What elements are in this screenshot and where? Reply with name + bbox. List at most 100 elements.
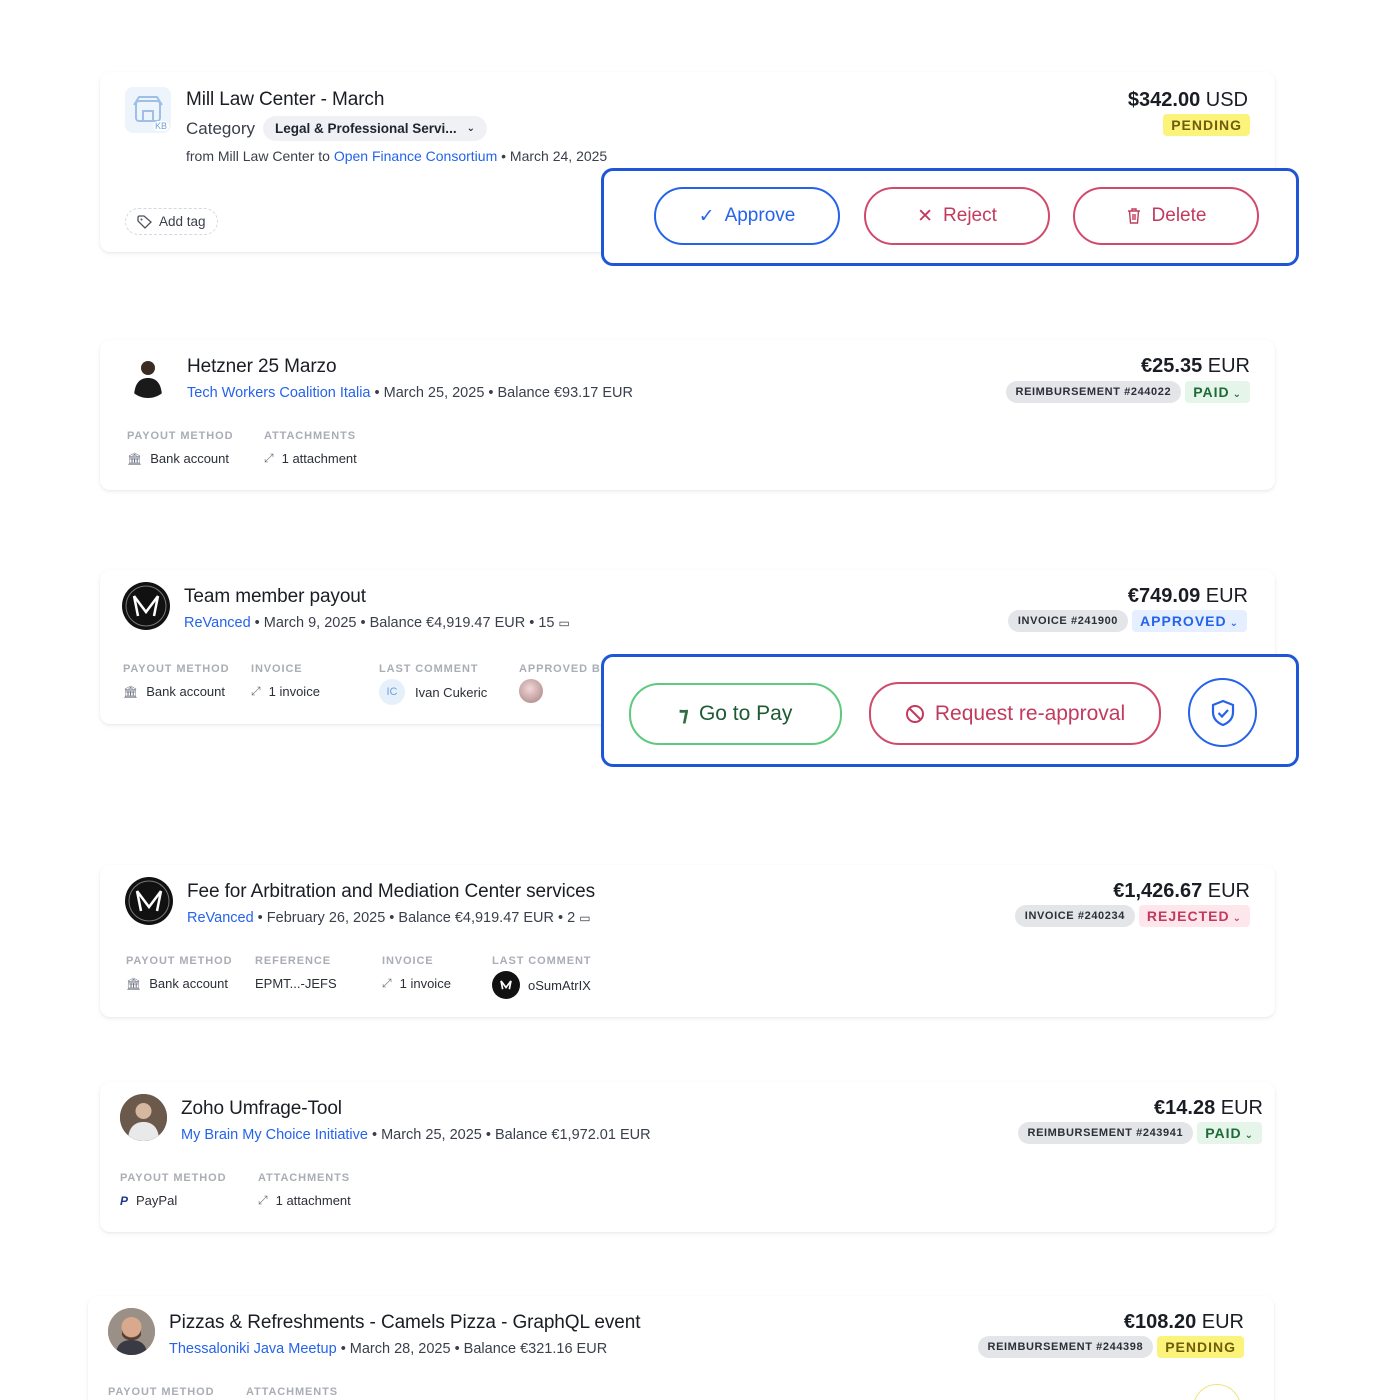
field-label: ATTACHMENTS	[264, 430, 356, 442]
reject-button[interactable]: ✕ Reject	[864, 187, 1050, 245]
field-last-comment: LAST COMMENT oSumAtrIX	[492, 955, 591, 999]
go-to-pay-button[interactable]: ⁊ Go to Pay	[629, 683, 842, 745]
expense-amount: $342.00 USD	[1128, 89, 1248, 112]
amount-value: $342.00	[1127, 89, 1201, 111]
field-value[interactable]: oSumAtrIX	[528, 978, 591, 993]
expense-title[interactable]: Pizzas & Refreshments - Camels Pizza - G…	[169, 1312, 640, 1334]
security-check-button[interactable]	[1188, 678, 1257, 747]
amount-currency: USD	[1205, 89, 1248, 111]
field-value: 1 invoice	[268, 684, 320, 699]
meta-details: • March 25, 2025 • Balance €93.17 EUR	[374, 385, 633, 401]
expense-amount: €108.20 EUR	[1124, 1311, 1244, 1334]
amount-currency: EUR	[1220, 1097, 1263, 1119]
field-payout-method: PAYOUT METHOD 🏛 Bank account	[123, 663, 229, 699]
commenter-avatar[interactable]	[492, 971, 520, 999]
user-avatar[interactable]	[108, 1308, 155, 1355]
reference-badge[interactable]: REIMBURSEMENT #243941	[1017, 1122, 1194, 1144]
expense-amount: €749.09 EUR	[1128, 585, 1248, 608]
amount-currency: EUR	[1201, 1311, 1244, 1333]
request-reapproval-label: Request re-approval	[934, 701, 1126, 725]
invoice-link[interactable]: ⤢ 1 invoice	[251, 684, 320, 699]
expense-title[interactable]: Hetzner 25 Marzo	[187, 356, 337, 378]
status-label: PAID	[1205, 1125, 1242, 1141]
expand-icon: ⤢	[251, 684, 261, 698]
avatar-initials: KB	[152, 121, 169, 131]
amount-value: €108.20	[1123, 1311, 1197, 1333]
field-value: Bank account	[149, 976, 229, 991]
status-dropdown[interactable]: PAID ⌄	[1185, 381, 1250, 403]
add-tag-button[interactable]: Add tag	[125, 208, 218, 235]
chevron-down-icon: ⌄	[1229, 618, 1239, 629]
expense-title[interactable]: Zoho Umfrage-Tool	[181, 1098, 342, 1120]
commenter-avatar[interactable]: IC	[379, 679, 405, 705]
action-circle-button[interactable]	[1193, 1384, 1241, 1400]
status-dropdown[interactable]: PAID ⌄	[1197, 1122, 1262, 1144]
field-label: LAST COMMENT	[379, 663, 479, 675]
category-select[interactable]: Legal & Professional Servi... ⌄	[263, 116, 487, 141]
field-payout-method: PAYOUT METHOD P PayPal	[120, 1172, 226, 1208]
delete-button[interactable]: Delete	[1073, 187, 1259, 245]
collective-avatar[interactable]	[125, 877, 173, 925]
amount-currency: EUR	[1207, 880, 1250, 902]
reference-badge[interactable]: INVOICE #241900	[1007, 610, 1129, 632]
category-value: Legal & Professional Servi...	[275, 121, 457, 136]
reference-badge[interactable]: INVOICE #240234	[1014, 905, 1135, 927]
field-value: Bank account	[150, 451, 230, 466]
attachments-link[interactable]: ⤢ 1 attachment	[258, 1193, 351, 1208]
trash-icon	[1127, 208, 1140, 224]
field-label: INVOICE	[251, 663, 303, 675]
status-badge: PENDING	[1157, 1336, 1244, 1358]
collective-link[interactable]: My Brain My Choice Initiative	[181, 1127, 368, 1143]
amount-value: €749.09	[1127, 585, 1201, 607]
user-avatar[interactable]	[120, 1094, 167, 1141]
approver-avatar[interactable]	[519, 679, 543, 703]
field-label: PAYOUT METHOD	[108, 1386, 215, 1398]
status-dropdown[interactable]: APPROVED ⌄	[1132, 610, 1247, 632]
expense-meta: Tech Workers Coalition Italia • March 25…	[187, 385, 633, 401]
expense-title[interactable]: Mill Law Center - March	[186, 89, 384, 111]
approve-button[interactable]: ✓ Approve	[654, 187, 840, 245]
field-value: EPMT...-JEFS	[255, 976, 337, 991]
comment-icon: ▭	[579, 911, 591, 925]
chevron-down-icon: ⌄	[1232, 389, 1242, 400]
field-label: ATTACHMENTS	[246, 1386, 338, 1398]
request-reapproval-button[interactable]: Request re-approval	[869, 682, 1161, 745]
reject-label: Reject	[943, 205, 997, 226]
collective-link[interactable]: Thessaloniki Java Meetup	[169, 1341, 337, 1357]
meta-details: • March 9, 2025 • Balance €4,919.47 EUR …	[254, 615, 555, 631]
status-dropdown[interactable]: REJECTED ⌄	[1138, 905, 1250, 927]
revanced-logo-icon	[125, 585, 167, 627]
expense-title[interactable]: Fee for Arbitration and Mediation Center…	[187, 881, 595, 903]
status-badge: PENDING	[1163, 114, 1250, 136]
expense-amount: €25.35 EUR	[1141, 355, 1250, 378]
check-icon: ✓	[698, 205, 715, 227]
collective-link[interactable]: Tech Workers Coalition Italia	[187, 385, 370, 401]
collective-avatar[interactable]	[122, 582, 170, 630]
invoice-link[interactable]: ⤢ 1 invoice	[382, 976, 451, 991]
chevron-down-icon: ⌄	[1244, 1130, 1254, 1141]
amount-value: €1,426.67	[1113, 880, 1203, 902]
collective-link[interactable]: ReVanced	[187, 910, 254, 926]
attachments-link[interactable]: ⤢ 1 attachment	[264, 451, 357, 466]
user-avatar[interactable]	[125, 352, 171, 398]
field-label: LAST COMMENT	[492, 955, 592, 967]
field-value[interactable]: Ivan Cukeric	[415, 685, 487, 700]
close-icon: ✕	[917, 205, 934, 227]
reference-badge[interactable]: REIMBURSEMENT #244022	[1005, 381, 1182, 403]
field-value: Bank account	[146, 684, 226, 699]
expense-card-5: Zoho Umfrage-Tool My Brain My Choice Ini…	[100, 1082, 1275, 1232]
category-label: Category	[186, 119, 255, 138]
expense-card-4: Fee for Arbitration and Mediation Center…	[100, 865, 1275, 1017]
bank-icon: 🏛	[126, 976, 142, 991]
collective-link[interactable]: ReVanced	[184, 615, 251, 631]
status-label: PAID	[1193, 384, 1230, 400]
add-tag-label: Add tag	[159, 214, 206, 229]
collective-link[interactable]: Open Finance Consortium	[334, 148, 497, 164]
person-avatar-icon	[134, 361, 162, 398]
meta-details: • February 26, 2025 • Balance €4,919.47 …	[257, 910, 576, 926]
badges: REIMBURSEMENT #243941 PAID ⌄	[1017, 1122, 1262, 1144]
person-avatar-icon	[108, 1308, 155, 1355]
reference-badge[interactable]: REIMBURSEMENT #244398	[977, 1336, 1154, 1358]
meta-from: from Mill Law Center to	[186, 148, 330, 164]
expense-title[interactable]: Team member payout	[184, 586, 366, 608]
